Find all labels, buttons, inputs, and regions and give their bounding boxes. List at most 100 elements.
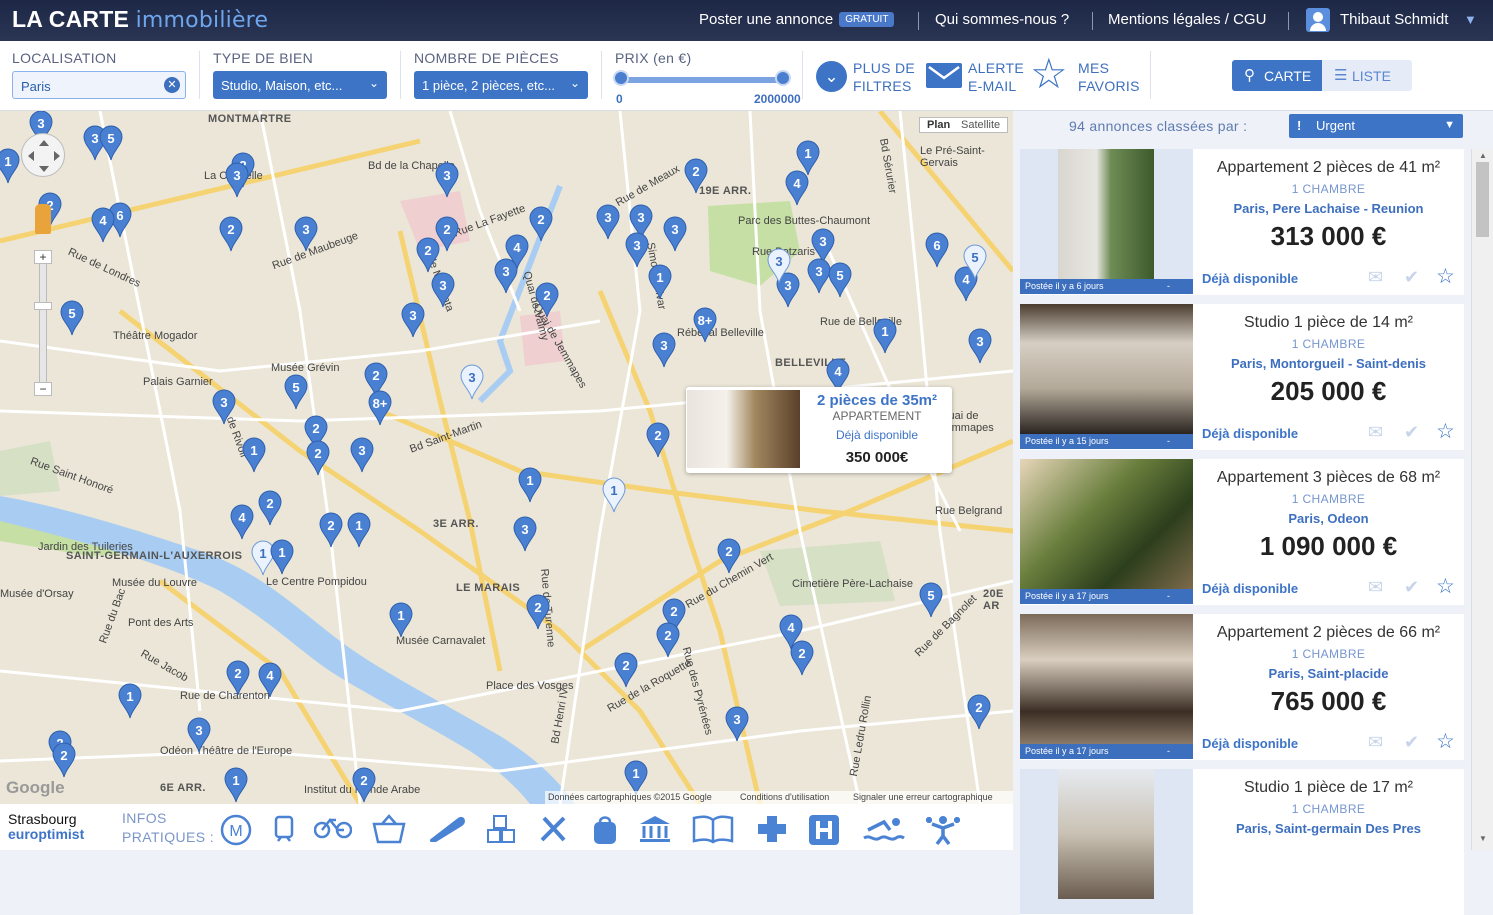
map-marker-icon[interactable]: 8+ (368, 390, 392, 426)
email-alert-icon[interactable] (926, 63, 962, 88)
listing-scrollbar[interactable]: ▲ ▼ (1471, 149, 1493, 850)
school-icon[interactable] (486, 814, 518, 843)
zoom-slider[interactable]: + − (34, 250, 52, 396)
listing-card[interactable]: Postée il y a 15 jours - Studio 1 pièce de… (1020, 304, 1464, 450)
map-marker-icon[interactable]: 3 (460, 364, 484, 400)
map-marker-icon[interactable]: 5 (919, 582, 943, 618)
contact-mail-icon[interactable]: ✉ (1368, 577, 1383, 598)
map-marker-icon[interactable]: 1 (270, 539, 294, 575)
sort-select[interactable]: ! Urgent ▼ (1289, 114, 1463, 138)
map-type-satellite[interactable]: Satellite (961, 119, 1000, 131)
contact-mail-icon[interactable]: ✉ (1368, 267, 1383, 288)
zoom-in-icon[interactable]: + (34, 250, 52, 264)
gym-icon[interactable] (924, 814, 962, 846)
map-marker-icon[interactable]: 2 (717, 538, 741, 574)
listing-card[interactable]: Postée il y a 17 jours - Appartement 3 piè… (1020, 459, 1464, 605)
contact-mail-icon[interactable]: ✉ (1368, 422, 1383, 443)
map-marker-icon[interactable]: 2 (526, 594, 550, 630)
zoom-out-icon[interactable]: − (34, 382, 52, 396)
map-marker-icon[interactable]: 4 (230, 504, 254, 540)
map-marker-icon[interactable]: 3 (767, 248, 791, 284)
map-marker-icon[interactable]: 5 (99, 125, 123, 161)
tab-list[interactable]: ☰ LISTE (1322, 60, 1412, 91)
map-marker-icon[interactable]: 3 (431, 272, 455, 308)
metro-icon[interactable]: M (220, 814, 252, 846)
more-filters-button[interactable]: PLUS DE FILTRES (853, 59, 915, 95)
checkmark-icon[interactable]: ✔ (1404, 577, 1419, 598)
about-link[interactable]: Qui sommes-nous ? (935, 11, 1069, 28)
map-marker-icon[interactable]: 3 (225, 162, 249, 198)
map-marker-icon[interactable]: 2 (646, 422, 670, 458)
map-marker-icon[interactable]: 1 (602, 477, 626, 513)
favorite-star-icon[interactable]: ☆ (1436, 419, 1455, 444)
map-marker-icon[interactable]: 1 (347, 512, 371, 548)
listing-photo-area[interactable]: Postée il y a 15 jours - (1020, 304, 1193, 449)
listing-photo-area[interactable]: Postée il y a 6 jours - (1020, 149, 1193, 294)
checkmark-icon[interactable]: ✔ (1404, 732, 1419, 753)
map-marker-icon[interactable]: 2 (52, 742, 76, 778)
map-marker-icon[interactable]: 1 (518, 467, 542, 503)
site-logo[interactable]: LA CARTE immobilière (12, 6, 268, 33)
favorites-button[interactable]: MES FAVORIS (1078, 59, 1140, 95)
favorites-star-icon[interactable]: ☆ 0 (1030, 53, 1068, 97)
favorite-star-icon[interactable]: ☆ (1436, 264, 1455, 289)
map-marker-icon[interactable]: 1 (648, 264, 672, 300)
map-marker-icon[interactable]: 5 (284, 374, 308, 410)
map-marker-icon[interactable]: 4 (91, 207, 115, 243)
map-marker-icon[interactable]: 2 (352, 767, 376, 803)
scroll-down-icon[interactable]: ▼ (1479, 834, 1487, 843)
map-view[interactable]: Bd de la ChapelleLa ChapelleRue La Fayet… (0, 111, 1013, 804)
museum-icon[interactable] (638, 814, 672, 842)
map-marker-icon[interactable]: 3 (625, 232, 649, 268)
price-slider-min-handle[interactable] (613, 70, 629, 86)
map-marker-icon[interactable]: 2 (614, 652, 638, 688)
checkmark-icon[interactable]: ✔ (1404, 267, 1419, 288)
map-marker-icon[interactable]: 1 (224, 767, 248, 803)
tram-icon[interactable] (270, 814, 298, 842)
zoom-handle[interactable] (34, 302, 52, 310)
property-type-select[interactable]: Studio, Maison, etc... ⌄ (213, 71, 387, 99)
map-marker-icon[interactable]: 2 (790, 640, 814, 676)
bike-icon[interactable] (313, 814, 353, 840)
listing-photo-area[interactable] (1020, 769, 1193, 914)
map-marker-icon[interactable]: 8+ (693, 307, 717, 343)
map-marker-icon[interactable]: 2 (306, 440, 330, 476)
rooms-select[interactable]: 1 pièce, 2 pièces, etc... ⌄ (414, 71, 588, 99)
map-marker-icon[interactable]: 3 (513, 516, 537, 552)
favorite-star-icon[interactable]: ☆ (1436, 574, 1455, 599)
map-marker-icon[interactable]: 3 (968, 328, 992, 364)
map-marker-icon[interactable]: 2 (416, 237, 440, 273)
listing-photo-area[interactable]: Postée il y a 17 jours - (1020, 614, 1193, 759)
tab-map[interactable]: ⚲ CARTE (1232, 60, 1322, 91)
map-type-control[interactable]: Plan Satellite (919, 117, 1008, 133)
price-slider-max-handle[interactable] (775, 70, 791, 86)
map-marker-icon[interactable]: 3 (725, 706, 749, 742)
hospital-icon[interactable] (808, 814, 840, 845)
user-menu-chevron-icon[interactable]: ▼ (1464, 12, 1477, 27)
location-input[interactable]: Paris ✕ (12, 71, 186, 99)
library-icon[interactable] (692, 814, 734, 844)
pharmacy-icon[interactable] (756, 814, 788, 842)
swimming-icon[interactable] (862, 814, 906, 841)
map-marker-icon[interactable]: 2 (535, 282, 559, 318)
strasbourg-logo[interactable]: Strasbourg europtimist (8, 812, 84, 842)
map-marker-icon[interactable]: 1 (0, 148, 20, 184)
map-marker-icon[interactable]: 1 (389, 602, 413, 638)
listing-photo-area[interactable]: Postée il y a 17 jours - (1020, 459, 1193, 604)
scroll-up-icon[interactable]: ▲ (1479, 151, 1487, 160)
map-marker-icon[interactable]: 2 (967, 694, 991, 730)
map-report-link[interactable]: Signaler une erreur cartographique (853, 792, 993, 802)
map-marker-icon[interactable]: 5 (828, 262, 852, 298)
map-marker-icon[interactable]: 5 (60, 300, 84, 336)
map-marker-icon[interactable]: 3 (212, 389, 236, 425)
listing-card[interactable]: Studio 1 pièce de 17 m² 1 CHAMBRE Paris, S… (1020, 769, 1464, 915)
map-marker-icon[interactable]: 2 (656, 622, 680, 658)
map-marker-icon[interactable]: 3 (435, 162, 459, 198)
map-marker-icon[interactable]: 3 (652, 332, 676, 368)
bread-icon[interactable] (428, 814, 466, 843)
map-marker-icon[interactable]: 3 (494, 258, 518, 294)
map-terms-link[interactable]: Conditions d'utilisation (740, 792, 829, 802)
basket-icon[interactable] (372, 814, 406, 844)
email-alert-button[interactable]: ALERTE E-MAIL (968, 59, 1024, 95)
map-type-plan[interactable]: Plan (927, 119, 950, 131)
